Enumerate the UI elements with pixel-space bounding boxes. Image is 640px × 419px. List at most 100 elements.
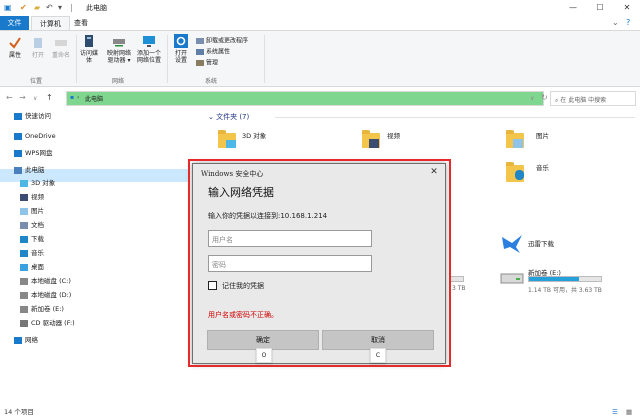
status-bar: 14 个项目 ☰ ▦	[0, 406, 640, 419]
rename-label: 重命名	[51, 52, 70, 59]
sidebar-item-label: 桌面	[31, 263, 44, 271]
open-button[interactable]: 打开	[27, 36, 49, 59]
map-network-drive-button[interactable]: 映射网络 驱动器 ▾	[104, 34, 134, 64]
error-message: 用户名或密码不正确。	[208, 311, 278, 319]
sidebar-item-this-pc[interactable]: 此电脑	[14, 164, 45, 176]
folder-3d-objects[interactable]	[218, 130, 238, 150]
drive-e[interactable]	[500, 270, 524, 286]
sidebar-item-drive-c[interactable]: 本地磁盘 (C:)	[20, 275, 71, 287]
search-icon: ⌕	[555, 97, 559, 104]
folder-music[interactable]	[506, 160, 526, 184]
add-network-location-button[interactable]: 添加一个 网络位置	[134, 34, 164, 64]
desktop-icon	[20, 263, 28, 271]
username-field[interactable]: 用户名	[208, 230, 372, 247]
sidebar-item-quick-access[interactable]: 快速访问	[14, 110, 51, 122]
properties-label: 属性	[8, 52, 21, 59]
open-settings-button[interactable]: 打开 设置	[170, 34, 192, 64]
folder-videos[interactable]	[362, 130, 382, 150]
drive-e-usage-fill	[529, 277, 579, 281]
up-icon[interactable]: ↑	[46, 93, 53, 102]
dialog-close-button[interactable]: ✕	[427, 166, 441, 178]
search-input[interactable]: ⌕ 在 此电脑 中搜索	[550, 91, 636, 106]
maximize-button[interactable]: ☐	[587, 0, 613, 16]
film-icon	[20, 193, 28, 201]
manage-label: 管理	[206, 59, 219, 67]
access-media-button[interactable]: 访问媒体	[78, 34, 100, 64]
sidebar-item-desktop[interactable]: 桌面	[20, 261, 44, 273]
sidebar-item-label: 网络	[25, 336, 38, 344]
large-icons-view-icon[interactable]: ▦	[626, 406, 632, 419]
sidebar-item-network[interactable]: 网络	[14, 334, 38, 346]
manage-button[interactable]: 管理	[196, 59, 218, 68]
credentials-dialog: Windows 安全中心 ✕ 输入网络凭据 输入你的凭据以连接到:10.168.…	[192, 163, 446, 364]
sidebar-item-downloads[interactable]: 下载	[20, 233, 44, 245]
sidebar-item-label: WPS网盘	[25, 149, 53, 157]
sidebar-item-drive-e[interactable]: 新加卷 (E:)	[20, 303, 64, 315]
ribbon-tabs: 文件 计算机 查看 ⌄ ?	[0, 16, 640, 30]
map-drive-label-1: 映射网络	[106, 50, 131, 57]
sidebar-item-label: 快速访问	[25, 112, 51, 120]
address-dropdown-icon[interactable]: ∨	[530, 95, 534, 102]
add-location-label-1: 添加一个	[136, 50, 161, 57]
sidebar-item-label: 下载	[31, 235, 44, 243]
system-properties-button[interactable]: 系统属性	[196, 48, 230, 57]
undo-icon[interactable]: ↶	[46, 3, 53, 12]
tab-file[interactable]: 文件	[0, 16, 29, 30]
recent-dropdown-icon[interactable]: ∨	[33, 95, 37, 102]
ribbon-expand-icon[interactable]: ⌄	[612, 18, 619, 27]
cloud-icon	[14, 149, 22, 157]
refresh-icon[interactable]: ↻	[541, 93, 548, 102]
title-bar: ▣ ✔ ▰ ↶ ▾ | 此电脑 — ☐ ✕	[0, 0, 640, 16]
minimize-button[interactable]: —	[560, 0, 586, 16]
music-note-icon	[515, 170, 524, 180]
password-field[interactable]: 密码	[208, 255, 372, 272]
ribbon-divider	[264, 35, 265, 83]
remember-label[interactable]: 记住我的凭据	[222, 281, 264, 291]
add-location-label-2: 网络位置	[136, 57, 161, 64]
uninstall-program-button[interactable]: 卸载或更改程序	[196, 37, 248, 46]
folder-label: 音乐	[536, 164, 549, 172]
tab-computer[interactable]: 计算机	[31, 16, 70, 30]
ok-button[interactable]: 确定	[207, 330, 319, 350]
sidebar-item-videos[interactable]: 视频	[20, 191, 44, 203]
customize-arrow-icon[interactable]: ▾	[58, 3, 62, 12]
open-label: 打开	[31, 52, 44, 59]
details-view-icon[interactable]: ☰	[612, 406, 618, 419]
new-folder-quick-icon[interactable]: ▰	[34, 3, 40, 12]
remember-checkbox[interactable]	[208, 281, 217, 290]
forward-icon[interactable]: →	[19, 93, 26, 102]
sidebar-item-label: OneDrive	[25, 132, 56, 140]
sidebar-item-drive-d[interactable]: 本地磁盘 (D:)	[20, 289, 71, 301]
section-divider	[275, 117, 635, 118]
sidebar-item-3d-objects[interactable]: 3D 对象	[20, 177, 55, 189]
sidebar-item-pictures[interactable]: 图片	[20, 205, 44, 217]
cloud-icon	[14, 132, 22, 140]
ribbon-divider	[167, 35, 168, 83]
sidebar-item-onedrive[interactable]: OneDrive	[14, 130, 56, 142]
address-bar[interactable]: ▪ › 此电脑	[66, 91, 544, 106]
help-icon[interactable]: ?	[626, 18, 630, 27]
collapse-chevron-icon: ⌄	[208, 113, 217, 121]
close-window-button[interactable]: ✕	[614, 0, 640, 16]
breadcrumb-this-pc[interactable]: 此电脑	[85, 94, 103, 103]
sidebar-item-documents[interactable]: 文档	[20, 219, 44, 231]
back-icon[interactable]: ←	[6, 93, 13, 102]
sidebar-item-wps-drive[interactable]: WPS网盘	[14, 147, 52, 159]
rename-button[interactable]: 重命名	[49, 36, 73, 59]
drive-icon	[20, 305, 28, 313]
computer-icon	[14, 166, 22, 174]
tab-view[interactable]: 查看	[66, 16, 96, 30]
properties-button[interactable]: 属性	[4, 36, 26, 59]
sidebar-item-label: 视频	[31, 193, 44, 201]
folder-pictures[interactable]	[506, 130, 526, 150]
cancel-button[interactable]: 取消	[322, 330, 434, 350]
sidebar-item-music[interactable]: 音乐	[20, 247, 44, 259]
breadcrumb-arrow-icon: ›	[77, 94, 80, 101]
computer-small-icon: ▪	[70, 94, 75, 101]
sidebar-item-cd-drive[interactable]: CD 驱动器 (F:)	[20, 317, 75, 329]
app-xunlei[interactable]	[500, 233, 524, 255]
drive-d-usage-bar-partial	[450, 276, 464, 282]
group-system-label: 系统	[205, 78, 218, 85]
properties-quick-icon[interactable]: ✔	[20, 3, 27, 12]
folders-section-header[interactable]: ⌄ 文件夹 (7)	[208, 112, 249, 122]
